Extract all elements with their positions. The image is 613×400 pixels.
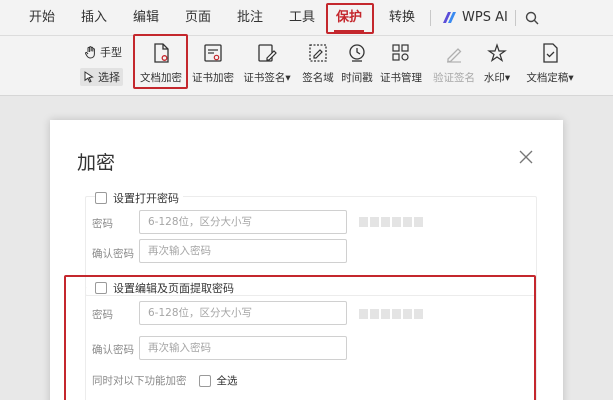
edit-password-input[interactable]: 6-128位，区分大小写 [139,301,347,325]
menu-edit[interactable]: 编辑 [124,0,168,36]
open-password-strength [359,217,423,227]
ribbon-toolbar: 手型 选择 文档加密 证书加密 证书签名▾ 签名域 时间戳 证书管理 验证签名 … [0,36,613,96]
open-password-toggle[interactable]: 设置打开密码 [95,190,183,206]
edit-password-label: 设置编辑及页面提取密码 [113,282,234,295]
menu-comment[interactable]: 批注 [228,0,272,36]
certificate-management-button[interactable]: 证书管理 [374,42,428,92]
menu-tools[interactable]: 工具 [280,0,324,36]
hand-tool[interactable]: 手型 [84,44,122,60]
verify-pen-icon [447,48,462,63]
select-tool-label: 选择 [98,71,120,84]
edit-password-toggle[interactable]: 设置编辑及页面提取密码 [95,280,234,296]
menu-insert[interactable]: 插入 [72,0,116,36]
edit-confirm-input[interactable]: 再次输入密码 [139,336,347,360]
certificate-signature-text: 证书签名 [243,72,286,84]
open-confirm-input[interactable]: 再次输入密码 [139,239,347,263]
certificate-lock-icon [204,44,222,62]
document-finalize-button[interactable]: 文档定稿▾ [520,42,580,92]
wps-ai-button[interactable]: WPS AI [443,0,508,36]
document-check-icon [543,43,558,63]
encrypt-dialog: 加密 设置打开密码 密码 6-128位，区分大小写 确认密码 再次输入密码 设置… [50,120,563,400]
open-confirm-field-label: 确认密码 [92,248,134,260]
hand-icon [85,45,95,59]
function-encrypt-row: 同时对以下功能加密 全选 [92,373,238,388]
select-tool[interactable]: 选择 [80,68,123,86]
search-icon[interactable] [525,11,539,25]
watermark-icon [487,43,507,63]
menu-protect[interactable]: 保护 [326,0,372,36]
certificate-encrypt-label: 证书加密 [192,72,234,84]
document-encrypt-button[interactable]: 文档加密 [134,42,188,92]
menu-bar: 开始 插入 编辑 页面 批注 工具 保护 转换 WPS AI [0,0,613,36]
close-icon[interactable] [519,150,533,164]
open-password-label: 设置打开密码 [113,192,179,205]
open-password-field-label: 密码 [92,218,113,230]
signature-field-icon [309,44,327,62]
edit-confirm-field-label: 确认密码 [92,344,134,356]
dialog-title: 加密 [77,152,116,174]
clock-icon [349,44,365,62]
open-password-input[interactable]: 6-128位，区分大小写 [139,210,347,234]
signature-pen-icon [258,44,277,62]
certificate-manage-icon [392,44,409,61]
certificate-signature-button[interactable]: 证书签名▾ [240,42,294,92]
menu-convert[interactable]: 转换 [380,0,424,36]
certificate-management-label: 证书管理 [380,72,422,84]
hand-tool-label: 手型 [100,46,122,59]
edit-password-field-label: 密码 [92,309,113,321]
watermark-button[interactable]: 水印▾ [470,42,524,92]
wps-ai-label: WPS AI [462,10,508,25]
function-encrypt-label: 同时对以下功能加密 [92,375,187,387]
document-finalize-label: 文档定稿▾ [526,72,574,84]
document-encrypt-label: 文档加密 [140,72,182,84]
cursor-icon [84,71,94,83]
watermark-text: 水印 [483,72,505,84]
menu-start[interactable]: 开始 [20,0,64,36]
menu-separator [430,10,431,26]
wps-ai-icon [443,12,456,23]
edit-password-strength [359,309,423,319]
certificate-signature-label: 证书签名▾ [243,72,291,84]
document-lock-icon [154,43,169,63]
open-password-checkbox[interactable] [95,192,107,204]
menu-page[interactable]: 页面 [176,0,220,36]
certificate-encrypt-button[interactable]: 证书加密 [186,42,240,92]
watermark-label: 水印▾ [483,72,511,84]
edit-password-checkbox[interactable] [95,282,107,294]
menu-separator [515,10,516,26]
select-all-checkbox[interactable] [198,374,211,387]
document-finalize-text: 文档定稿 [526,72,569,84]
select-all-label: 全选 [216,375,238,387]
